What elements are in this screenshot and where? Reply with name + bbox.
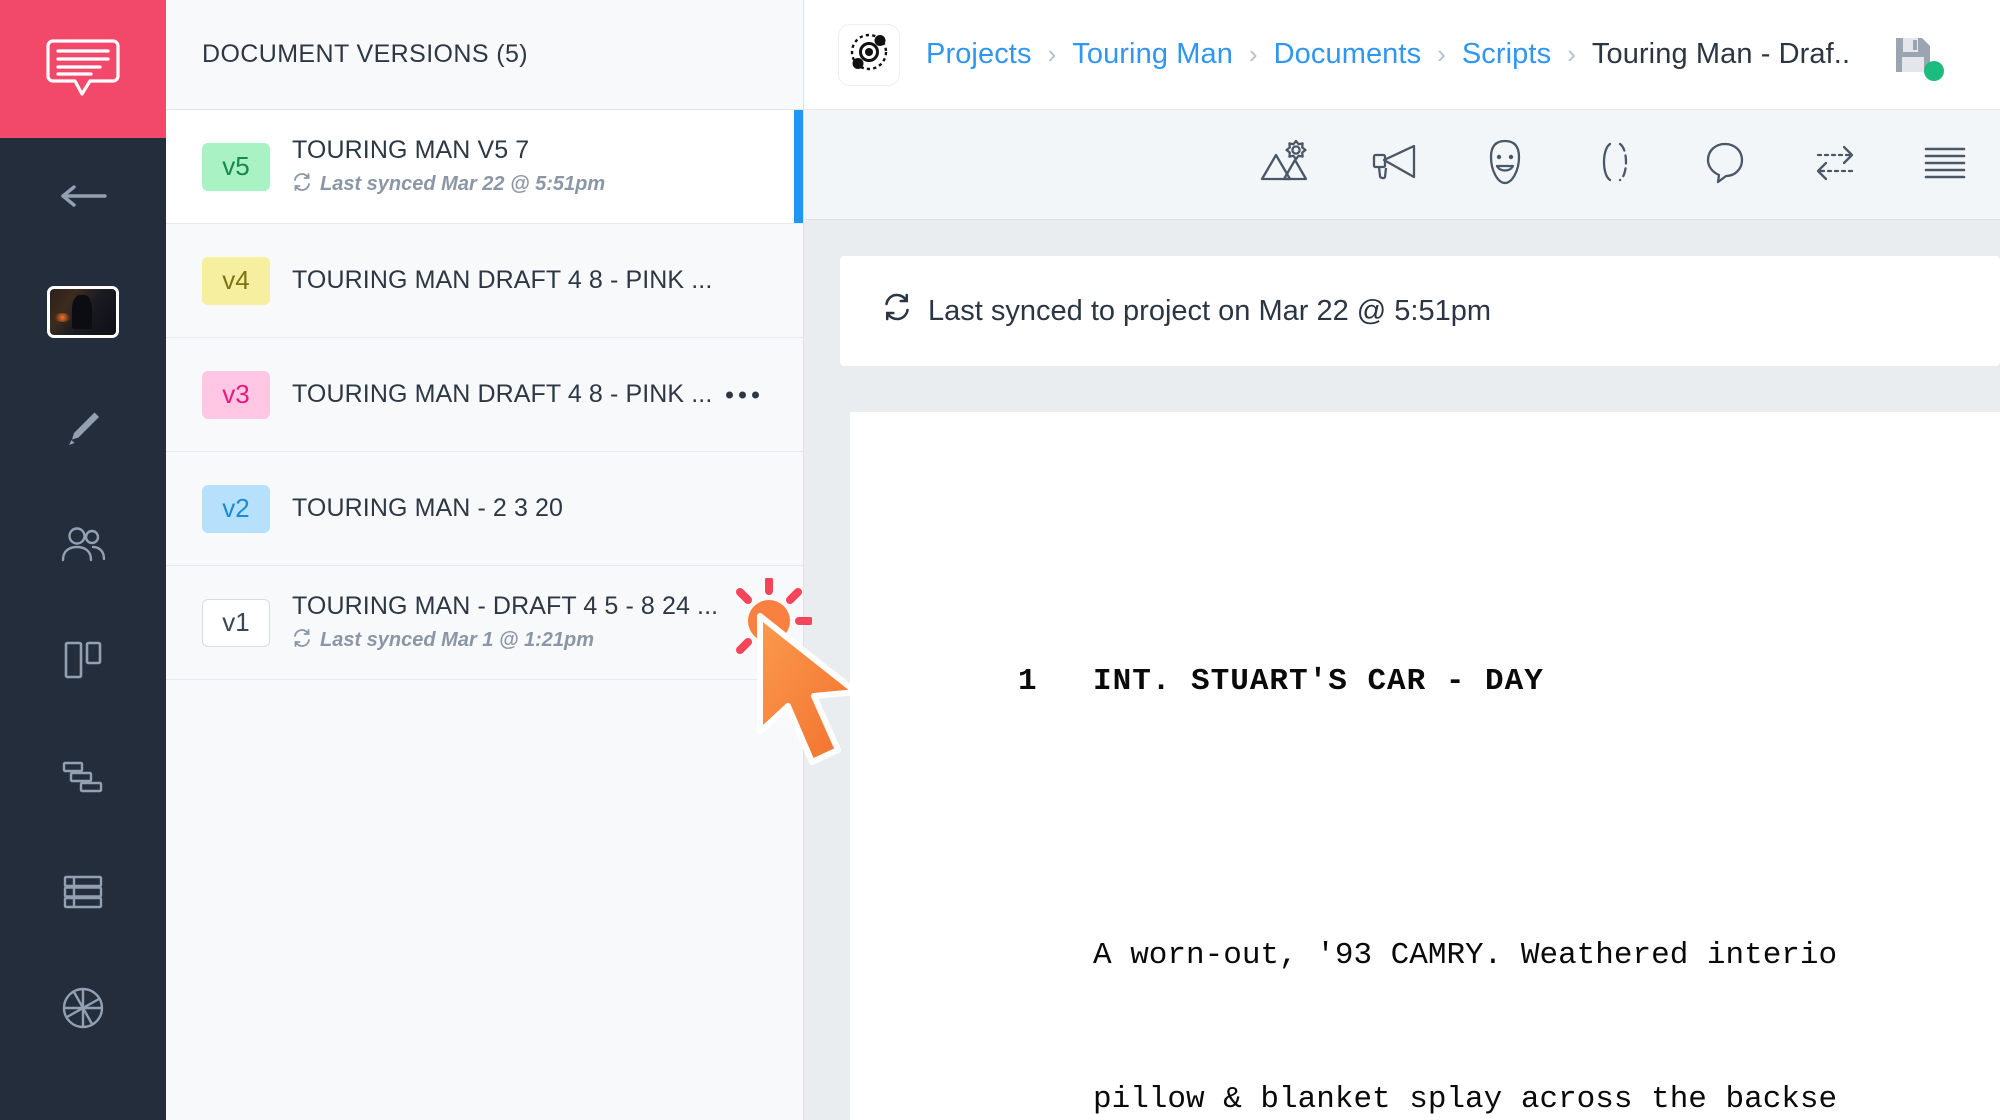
version-sync-text: Last synced Mar 1 @ 1:21pm [320, 629, 595, 651]
toolbar-button-parentheticals[interactable] [1560, 110, 1670, 220]
app-root: DOCUMENT VERSIONS (5) v5 TOURING MAN V5 … [0, 0, 2000, 1120]
version-row-v4[interactable]: v4 TOURING MAN DRAFT 4 8 - PINK ... [166, 224, 803, 338]
script-action-line[interactable]: pillow & blanket splay across the backse [1018, 1076, 2000, 1120]
version-row-v5[interactable]: v5 TOURING MAN V5 7 Last synced Mar 22 @… [166, 110, 803, 224]
sidebar-item-breakdown[interactable] [0, 834, 166, 950]
version-sync-status: Last synced Mar 22 @ 5:51pm [292, 172, 605, 198]
save-button[interactable] [1890, 32, 1945, 81]
version-row-texts: TOURING MAN DRAFT 4 8 - PINK ... [292, 266, 712, 295]
project-brand-button[interactable] [838, 23, 900, 86]
version-row-texts: TOURING MAN DRAFT 4 8 - PINK ... [292, 380, 712, 409]
breadcrumb: Projects › Touring Man › Documents › Scr… [926, 38, 1850, 71]
version-name: TOURING MAN - 2 3 20 [292, 494, 564, 522]
atom-orbit-icon [846, 29, 892, 80]
sidebar-item-boards[interactable] [0, 602, 166, 718]
version-name: TOURING MAN - DRAFT 4 5 - 8 24 ... [292, 591, 719, 620]
version-badge: v1 [202, 598, 270, 647]
speech-bubble-lines-icon [45, 36, 121, 103]
script-element-toolbar [804, 110, 2000, 220]
script-action-line[interactable]: A worn-out, '93 CAMRY. Weathered interio [1018, 932, 2000, 980]
script-body[interactable]: 1 INT. STUART'S CAR - DAY A worn-out, '93… [850, 562, 2000, 1120]
columns-layout-icon [61, 638, 105, 682]
breadcrumb-separator: › [1437, 39, 1446, 69]
breadcrumb-item-current-document: Touring Man - Draf.. [1591, 38, 1851, 70]
top-breadcrumb-bar: Projects › Touring Man › Documents › Scr… [804, 0, 2000, 110]
project-thumbnail-icon [47, 286, 119, 338]
version-row-v2[interactable]: v2 TOURING MAN - 2 3 20 [166, 452, 803, 566]
breadcrumb-item-touring-man[interactable]: Touring Man [1072, 38, 1233, 71]
script-blank-line [1018, 802, 2000, 836]
refresh-sync-icon [882, 292, 912, 330]
aperture-icon [58, 983, 108, 1033]
version-name: TOURING MAN V5 7 [292, 135, 530, 164]
toolbar-button-dialogue[interactable] [1670, 110, 1780, 220]
toolbar-button-transitions[interactable] [1780, 110, 1890, 220]
version-row-texts: TOURING MAN V5 7 Last synced Mar 22 @ 5:… [292, 136, 605, 198]
save-status-badge [1924, 60, 1945, 81]
left-nav-rail [0, 0, 166, 1120]
refresh-sync-icon [292, 628, 312, 654]
sidebar-item-cast-crew[interactable] [0, 486, 166, 602]
toolbar-button-more-options[interactable] [1890, 110, 2000, 220]
parentheses-icon [1586, 133, 1644, 196]
document-scroll-area[interactable]: Last synced to project on Mar 22 @ 5:51p… [804, 220, 2000, 1120]
sidebar-item-shots[interactable] [0, 950, 166, 1066]
location-scene-icon [1256, 133, 1314, 196]
document-main: Projects › Touring Man › Documents › Scr… [804, 0, 2000, 1120]
refresh-sync-icon [292, 172, 312, 198]
sidebar-item-schedule[interactable] [0, 718, 166, 834]
version-row-texts: TOURING MAN - 2 3 20 [292, 494, 563, 523]
breadcrumb-separator: › [1248, 39, 1258, 69]
mask-character-icon [1476, 133, 1534, 196]
script-page[interactable]: 1 INT. STUART'S CAR - DAY A worn-out, '93… [850, 412, 2000, 1120]
version-row-v3[interactable]: v3 TOURING MAN DRAFT 4 8 - PINK ... [166, 338, 803, 452]
sidebar-item-back[interactable] [0, 138, 166, 254]
version-name: TOURING MAN DRAFT 4 8 - PINK ... [292, 266, 713, 294]
toolbar-button-locations[interactable] [1230, 110, 1340, 220]
transition-arrows-icon [1806, 133, 1864, 196]
sidebar-item-project-thumbnail[interactable] [0, 254, 166, 370]
version-badge: v3 [202, 370, 270, 419]
table-rows-icon [60, 872, 106, 912]
scene-number: 1 [1018, 664, 1038, 700]
megaphone-icon [1366, 133, 1424, 196]
version-row-v1[interactable]: v1 TOURING MAN - DRAFT 4 5 - 8 24 ... La… [166, 566, 803, 680]
app-logo[interactable] [0, 0, 166, 138]
breadcrumb-separator: › [1047, 39, 1057, 69]
action-text: pillow & blanket splay across the backse [1093, 1082, 1838, 1118]
pencil-icon [61, 406, 105, 450]
version-sync-status: Last synced Mar 1 @ 1:21pm [292, 628, 718, 654]
sidebar-item-write[interactable] [0, 370, 166, 486]
people-icon [59, 524, 107, 564]
script-scene-heading-line[interactable]: 1 INT. STUART'S CAR - DAY [1018, 658, 2000, 706]
breadcrumb-item-scripts[interactable]: Scripts [1462, 38, 1551, 71]
document-sync-banner: Last synced to project on Mar 22 @ 5:51p… [840, 256, 2000, 366]
version-row-menu-button[interactable] [726, 391, 759, 398]
back-arrow-icon [57, 181, 109, 211]
version-name: TOURING MAN DRAFT 4 8 - PINK ... [292, 380, 713, 408]
schedule-bars-icon [60, 756, 106, 796]
breadcrumb-item-documents[interactable]: Documents [1274, 38, 1422, 71]
action-text: A worn-out, '93 CAMRY. Weathered interio [1093, 938, 1838, 974]
speech-bubble-icon [1696, 133, 1754, 196]
breadcrumb-item-projects[interactable]: Projects [926, 38, 1032, 71]
version-row-texts: TOURING MAN - DRAFT 4 5 - 8 24 ... Last … [292, 592, 718, 654]
version-badge: v2 [202, 484, 270, 533]
scene-heading-text: INT. STUART'S CAR - DAY [1093, 664, 1544, 700]
breadcrumb-separator: › [1567, 39, 1576, 69]
version-badge: v4 [202, 256, 270, 305]
document-versions-panel: DOCUMENT VERSIONS (5) v5 TOURING MAN V5 … [166, 0, 804, 1120]
document-sync-text: Last synced to project on Mar 22 @ 5:51p… [928, 294, 1492, 327]
version-sync-text: Last synced Mar 22 @ 5:51pm [320, 173, 606, 195]
versions-panel-header: DOCUMENT VERSIONS (5) [166, 0, 803, 110]
version-badge: v5 [202, 142, 270, 191]
menu-lines-icon [1916, 133, 1974, 196]
versions-panel-title: DOCUMENT VERSIONS (5) [202, 40, 529, 68]
toolbar-button-announcements[interactable] [1340, 110, 1450, 220]
toolbar-button-characters[interactable] [1450, 110, 1560, 220]
